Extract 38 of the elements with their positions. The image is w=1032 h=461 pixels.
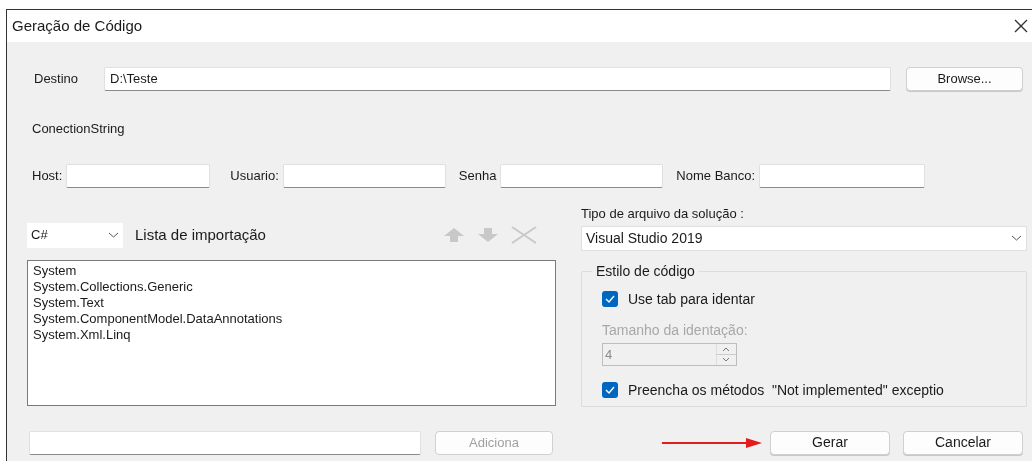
list-item[interactable]: System.ComponentModel.DataAnnotations: [33, 310, 550, 327]
generate-button[interactable]: Gerar: [770, 430, 890, 455]
chevron-icon: [108, 232, 119, 238]
import-list[interactable]: System System.Collections.Generic System.Text System.ComponentModel.DataAnnotations System.Xml.Linq: [27, 259, 556, 406]
language-dropdown[interactable]: C#: [27, 222, 123, 248]
list-item[interactable]: System.Xml.Linq: [33, 326, 550, 343]
field-label: Usuario:: [230, 166, 279, 185]
section-label: ConectionString: [32, 121, 125, 136]
list-item[interactable]: System: [33, 262, 550, 279]
checkbox[interactable]: [602, 382, 618, 398]
field-label: Host:: [32, 166, 63, 185]
list-item[interactable]: System.Text: [33, 294, 550, 311]
input-field[interactable]: [66, 163, 211, 188]
input-field[interactable]: [759, 163, 926, 188]
checkbox-label: Preencha os métodos "Not implemented" exceptio: [628, 380, 944, 400]
window-title: Geração de Código: [12, 15, 143, 36]
field-label: Nome Banco:: [676, 166, 756, 185]
checkbox-label: Use tab para identar: [628, 289, 755, 309]
input-field[interactable]: [500, 163, 664, 188]
chevron-icon: [1011, 235, 1022, 241]
cancel-button[interactable]: Cancelar: [903, 430, 1023, 455]
input-field[interactable]: [282, 163, 446, 188]
field-label: Tamanho da identação:: [602, 321, 748, 338]
list-title: Lista de importação: [135, 224, 267, 245]
list-item[interactable]: System.Collections.Generic: [33, 278, 550, 295]
field-label: Senha: [458, 166, 497, 185]
solution-dropdown[interactable]: Visual Studio 2019: [581, 225, 1027, 251]
spin-arrows-icon[interactable]: [716, 343, 736, 365]
close-icon[interactable]: [1014, 19, 1028, 33]
field-label: Tipo de arquivo da solução :: [581, 204, 745, 222]
destination-field[interactable]: D:\Teste: [104, 67, 891, 91]
check-icon: [605, 295, 615, 303]
field-label: Destino: [34, 70, 80, 89]
browse-button[interactable]: Browse...: [906, 67, 1023, 91]
group-title: Estilo de código: [592, 262, 699, 279]
import-input-field[interactable]: [29, 430, 421, 455]
check-icon: [605, 386, 615, 394]
checkbox[interactable]: [602, 291, 618, 307]
